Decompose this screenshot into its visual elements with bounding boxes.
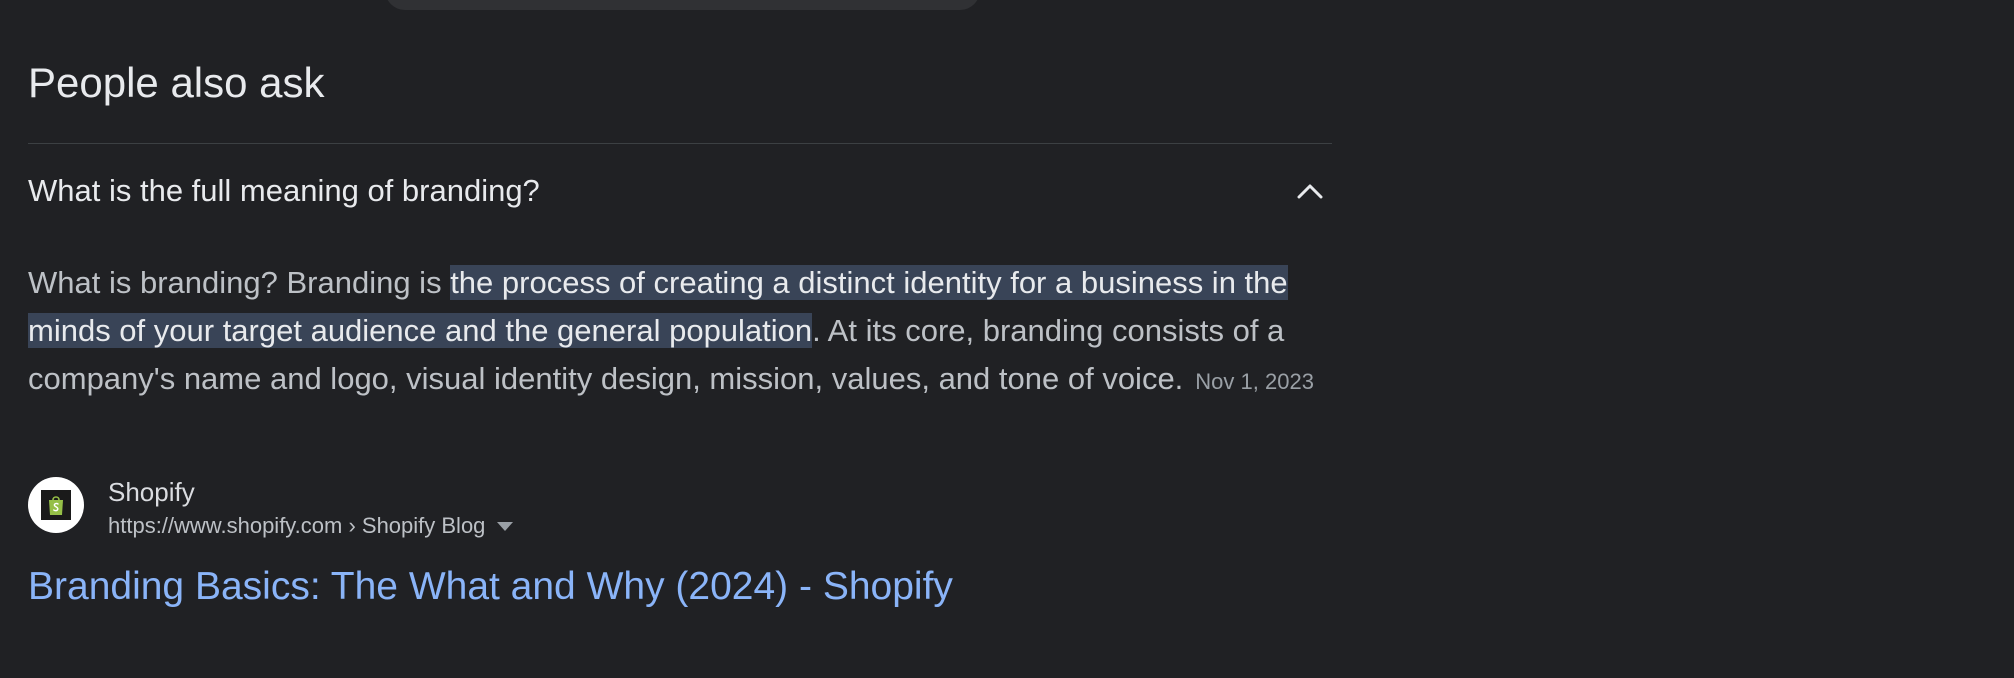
question-toggle[interactable]: What is the full meaning of branding?	[28, 160, 1332, 222]
source-url-row: https://www.shopify.com › Shopify Blog	[108, 510, 514, 542]
result-title-link[interactable]: Branding Basics: The What and Why (2024)…	[28, 562, 953, 612]
source-attribution[interactable]: Shopify https://www.shopify.com › Shopif…	[28, 474, 514, 542]
search-results-page: People also ask What is the full meaning…	[0, 0, 2014, 678]
people-also-ask-title: People also ask	[28, 59, 325, 106]
source-url[interactable]: https://www.shopify.com › Shopify Blog	[108, 510, 485, 542]
answer-date: Nov 1, 2023	[1195, 369, 1314, 394]
caret-down-icon[interactable]	[497, 521, 514, 531]
source-name[interactable]: Shopify	[108, 474, 513, 510]
divider	[28, 143, 1332, 144]
source-meta: Shopify https://www.shopify.com › Shopif…	[108, 474, 514, 542]
answer-snippet: What is branding? Branding is the proces…	[28, 259, 1338, 406]
shopify-bag-icon	[28, 477, 84, 533]
chevron-up-icon[interactable]	[1290, 171, 1330, 211]
question-text: What is the full meaning of branding?	[28, 173, 540, 208]
top-search-pill[interactable]	[385, 0, 980, 10]
answer-text-before: What is branding? Branding is	[28, 265, 451, 300]
